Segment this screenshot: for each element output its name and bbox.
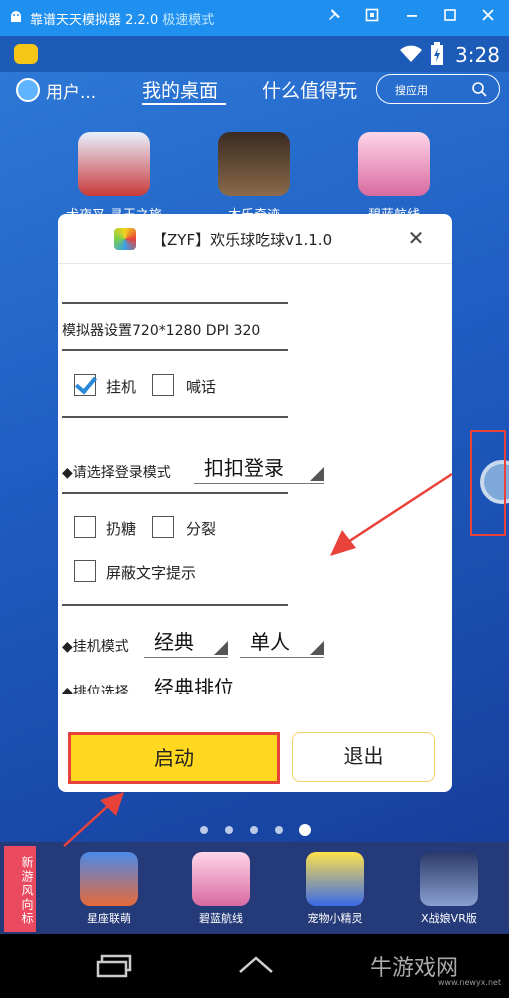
divider bbox=[62, 349, 288, 351]
rank-value: 经典排位 bbox=[154, 676, 234, 694]
dock-app-label: 宠物小精灵 bbox=[307, 912, 363, 925]
dialog-header: 【ZYF】欢乐球吃球v1.1.0 ✕ bbox=[58, 214, 452, 264]
login-mode-label: ◆请选择登录模式 bbox=[62, 465, 171, 481]
afk-mode-select[interactable]: 经典 bbox=[144, 624, 228, 658]
checkbox-throw-candy-label: 扔糖 bbox=[106, 520, 137, 538]
login-mode-value: 扣扣登录 bbox=[204, 456, 284, 480]
annotation-arrow-icon bbox=[63, 792, 124, 847]
tab-worth-playing[interactable]: 什么值得玩 bbox=[262, 76, 357, 103]
app-icon-mule-miracle[interactable] bbox=[218, 132, 290, 196]
divider bbox=[62, 416, 288, 418]
active-tab-indicator bbox=[142, 103, 226, 105]
avatar[interactable] bbox=[16, 78, 40, 102]
app-icon-azur-lane[interactable] bbox=[358, 132, 430, 196]
battery-icon bbox=[431, 42, 443, 65]
exit-button[interactable]: 退出 bbox=[292, 732, 435, 782]
settings-icon[interactable] bbox=[360, 6, 384, 30]
dock-app-label: 星座联萌 bbox=[87, 912, 131, 925]
search-placeholder: 搜应用 bbox=[395, 84, 428, 97]
emulator-titlebar: 靠谱天天模拟器 2.2.0 极速模式 bbox=[0, 0, 509, 36]
dock-app-label: X战娘VR版 bbox=[421, 912, 477, 925]
dock-app-icon[interactable] bbox=[420, 852, 478, 906]
dock-app-icon[interactable] bbox=[80, 852, 138, 906]
start-button[interactable]: 启动 bbox=[68, 732, 280, 784]
page-dot[interactable] bbox=[200, 826, 208, 834]
maximize-icon[interactable] bbox=[438, 6, 462, 30]
checkbox-split[interactable] bbox=[152, 516, 174, 538]
rank-label: ◆排位选择 bbox=[62, 685, 129, 694]
highlight-box bbox=[470, 430, 506, 536]
search-icon bbox=[472, 82, 487, 97]
dialog-title: 【ZYF】欢乐球吃球v1.1.0 bbox=[152, 231, 333, 249]
checkbox-throw-candy[interactable] bbox=[74, 516, 96, 538]
afk-mode-label: ◆挂机模式 bbox=[62, 639, 129, 655]
divider bbox=[62, 604, 288, 606]
dropdown-arrow-icon bbox=[310, 467, 324, 481]
close-window-icon[interactable] bbox=[476, 6, 500, 30]
dock-app-icon[interactable] bbox=[192, 852, 250, 906]
watermark-url: www.newyx.net bbox=[438, 978, 502, 987]
script-logo-icon bbox=[114, 228, 136, 250]
clock: 3:28 bbox=[455, 43, 500, 67]
recent-apps-icon[interactable] bbox=[96, 954, 132, 978]
rank-select[interactable]: 经典排位 bbox=[144, 670, 304, 694]
close-icon[interactable]: ✕ bbox=[404, 226, 428, 250]
annotation-arrow-icon bbox=[330, 472, 453, 556]
car-app-icon bbox=[14, 44, 38, 64]
wifi-icon bbox=[400, 45, 422, 62]
dock-app-label: 碧蓝航线 bbox=[199, 912, 243, 925]
android-nav-bar: 牛游戏网 www.newyx.net bbox=[0, 934, 509, 998]
emulator-setting-text: 模拟器设置720*1280 DPI 320 bbox=[62, 323, 261, 339]
page-dot[interactable] bbox=[275, 826, 283, 834]
checkbox-mask-text-label: 屏蔽文字提示 bbox=[106, 564, 197, 582]
dock-app-icon[interactable] bbox=[306, 852, 364, 906]
afk-mode-value: 经典 bbox=[154, 630, 194, 654]
page-dot[interactable] bbox=[250, 826, 258, 834]
tab-my-desktop[interactable]: 我的桌面 bbox=[142, 76, 218, 103]
checkbox-mask-text[interactable] bbox=[74, 560, 96, 582]
new-games-tag[interactable]: 新游风向标 bbox=[4, 846, 36, 932]
window-title-text: 靠谱天天模拟器 2.2.0 bbox=[30, 13, 159, 28]
dropdown-arrow-icon bbox=[310, 641, 324, 655]
checkbox-split-label: 分裂 bbox=[186, 520, 217, 538]
minimize-icon[interactable] bbox=[400, 6, 424, 30]
checkbox-afk[interactable] bbox=[74, 374, 96, 396]
player-mode-value: 单人 bbox=[250, 630, 290, 654]
android-status-bar: 3:28 bbox=[0, 36, 509, 72]
user-name[interactable]: 用户... bbox=[46, 78, 96, 103]
divider bbox=[62, 492, 288, 494]
checkbox-afk-label: 挂机 bbox=[106, 378, 137, 396]
checkbox-shout[interactable] bbox=[152, 374, 174, 396]
search-input[interactable]: 搜应用 bbox=[376, 74, 500, 104]
login-mode-select[interactable]: 扣扣登录 bbox=[194, 450, 324, 484]
pin-icon[interactable] bbox=[322, 6, 346, 30]
speed-mode-label: 极速模式 bbox=[162, 13, 215, 28]
window-title: 靠谱天天模拟器 2.2.0 极速模式 bbox=[30, 9, 214, 28]
home-icon[interactable] bbox=[236, 954, 276, 976]
dropdown-arrow-icon bbox=[214, 641, 228, 655]
divider bbox=[62, 302, 288, 304]
page-dot-active[interactable] bbox=[299, 824, 311, 836]
player-mode-select[interactable]: 单人 bbox=[240, 624, 324, 658]
page-dot[interactable] bbox=[225, 826, 233, 834]
android-icon bbox=[11, 11, 21, 22]
checkbox-shout-label: 喊话 bbox=[186, 378, 217, 396]
app-icon-inuyasha[interactable] bbox=[78, 132, 150, 196]
